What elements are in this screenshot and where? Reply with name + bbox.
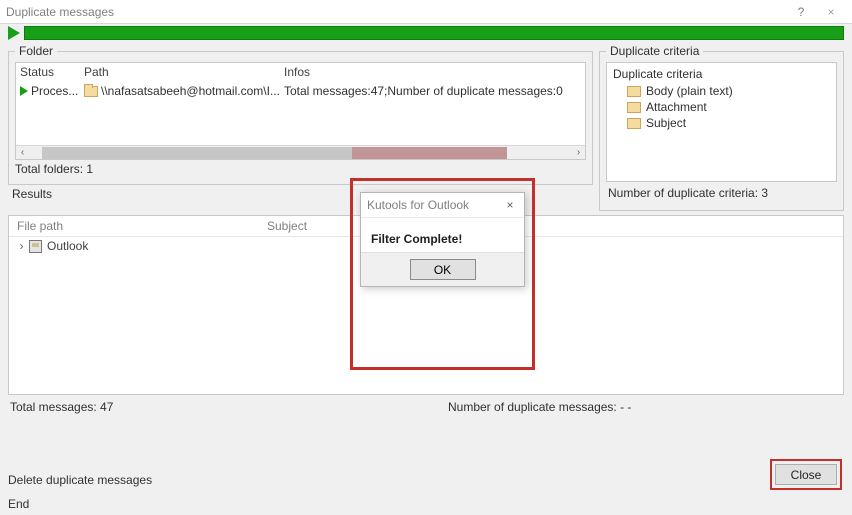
criteria-item-subject[interactable]: Subject — [613, 115, 830, 131]
dialog-footer: OK — [361, 252, 524, 286]
folder-columns-header: Status Path Infos — [16, 63, 585, 82]
col-filepath[interactable]: File path — [17, 219, 267, 233]
dialog-close-icon[interactable]: × — [502, 198, 518, 212]
dialog-titlebar: Kutools for Outlook × — [361, 193, 524, 218]
folder-icon — [84, 86, 98, 97]
folder-icon — [627, 86, 641, 97]
play-icon — [20, 86, 28, 96]
dialog-message: Filter Complete! — [361, 218, 524, 252]
criteria-group: Duplicate criteria Duplicate criteria Bo… — [599, 44, 844, 211]
criteria-count-label: Number of duplicate criteria: 3 — [606, 182, 837, 204]
folder-legend: Folder — [15, 44, 57, 58]
criteria-label: Subject — [646, 116, 686, 130]
window-close-icon[interactable]: × — [816, 5, 846, 19]
col-path[interactable]: Path — [84, 65, 284, 79]
folder-icon — [627, 118, 641, 129]
total-folders-label: Total folders: 1 — [15, 160, 586, 178]
scroll-thumb[interactable] — [352, 147, 507, 159]
outlook-icon — [29, 240, 42, 253]
results-root-label: Outlook — [47, 239, 88, 253]
progress-bar — [24, 26, 844, 40]
results-totals: Total messages: 47 Number of duplicate m… — [8, 395, 844, 414]
folder-path: \\nafasatsabeeh@hotmail.com\I... — [101, 84, 280, 98]
close-highlight: Close — [770, 459, 842, 490]
criteria-label: Body (plain text) — [646, 84, 733, 98]
end-label: End — [8, 497, 29, 511]
folder-horizontal-scrollbar[interactable]: ‹ › — [16, 145, 585, 159]
results-legend: Results — [8, 187, 56, 201]
criteria-legend: Duplicate criteria — [606, 44, 703, 58]
window-title: Duplicate messages — [6, 5, 786, 19]
modal-dialog: Kutools for Outlook × Filter Complete! O… — [360, 192, 525, 287]
footer: Delete duplicate messages Close — [8, 473, 844, 487]
close-button[interactable]: Close — [775, 464, 837, 485]
criteria-item-attachment[interactable]: Attachment — [613, 99, 830, 115]
folder-infos: Total messages:47;Number of duplicate me… — [284, 84, 581, 98]
criteria-list: Duplicate criteria Body (plain text) Att… — [606, 62, 837, 182]
play-icon[interactable] — [8, 26, 20, 40]
title-bar: Duplicate messages ? × — [0, 0, 852, 24]
num-duplicate-label: Number of duplicate messages: - - — [448, 400, 631, 414]
help-icon[interactable]: ? — [786, 5, 816, 19]
folder-icon — [627, 102, 641, 113]
col-status[interactable]: Status — [20, 65, 84, 79]
chevron-right-icon[interactable]: › — [17, 239, 26, 253]
criteria-header: Duplicate criteria — [613, 67, 830, 81]
dialog-title: Kutools for Outlook — [367, 198, 502, 212]
folder-status: Proces... — [31, 84, 78, 98]
scroll-left-icon[interactable]: ‹ — [16, 147, 29, 158]
criteria-item-body[interactable]: Body (plain text) — [613, 83, 830, 99]
total-messages-label: Total messages: 47 — [10, 400, 113, 414]
folder-list: Status Path Infos Proces... \\nafasatsab… — [15, 62, 586, 160]
delete-duplicates-label: Delete duplicate messages — [8, 473, 152, 487]
folder-group: Folder Status Path Infos Proces... — [8, 44, 593, 185]
criteria-label: Attachment — [646, 100, 707, 114]
ok-button[interactable]: OK — [410, 259, 476, 280]
progress-row — [8, 26, 844, 40]
folder-row[interactable]: Proces... \\nafasatsabeeh@hotmail.com\I.… — [16, 82, 585, 100]
col-infos[interactable]: Infos — [284, 65, 581, 79]
scroll-right-icon[interactable]: › — [572, 147, 585, 158]
